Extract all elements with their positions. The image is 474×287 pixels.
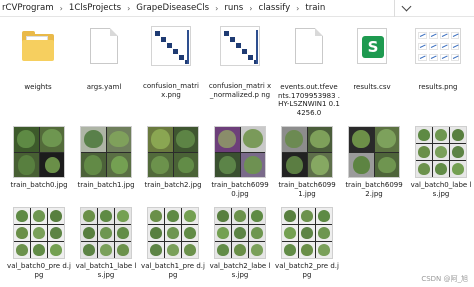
file-name: train_batch6099 1.jpg [278, 181, 336, 198]
file-item-weights[interactable]: weights [6, 28, 70, 92]
image-thumbnail-icon [220, 26, 260, 66]
file-item-val-batch2-pred[interactable]: val_batch2_pre d.jpg [275, 207, 339, 279]
file-list: weights args.yaml confusion_matri x.png … [0, 18, 474, 287]
image-thumbnail [214, 126, 266, 178]
image-thumbnail [80, 207, 132, 259]
breadcrumb-item[interactable]: GrapeDiseaseCls [134, 0, 211, 17]
file-name: weights [24, 83, 52, 91]
file-item-val-batch2-labels[interactable]: val_batch2_labe ls.jpg [208, 207, 272, 279]
file-item-confusion-matrix[interactable]: confusion_matri x.png [139, 26, 203, 99]
address-bar[interactable]: rCVProgram › 1ClsProjects › GrapeDisease… [0, 0, 474, 17]
file-name: args.yaml [86, 83, 122, 91]
address-dropdown-button[interactable] [394, 0, 474, 17]
file-icon [295, 28, 323, 64]
breadcrumb-item[interactable]: train [303, 0, 327, 17]
image-thumbnail [348, 126, 400, 178]
file-item-events[interactable]: events.out.tfeve nts.1709953983 .HY-LSZN… [277, 28, 341, 117]
image-thumbnail-icon [415, 28, 461, 64]
file-item-train-batch2[interactable]: train_batch2.jpg [141, 126, 205, 190]
image-thumbnail [281, 207, 333, 259]
file-item-train-batch60991[interactable]: train_batch6099 1.jpg [275, 126, 339, 198]
image-thumbnail-icon [151, 26, 191, 66]
file-item-val-batch1-pred[interactable]: val_batch1_pre d.jpg [141, 207, 205, 279]
file-item-results-png[interactable]: results.png [406, 28, 470, 92]
file-name: train_batch1.jpg [77, 181, 135, 189]
file-name: results.csv [353, 83, 391, 91]
image-thumbnail [147, 207, 199, 259]
breadcrumb-item[interactable]: 1ClsProjects [67, 0, 123, 17]
file-item-train-batch1[interactable]: train_batch1.jpg [74, 126, 138, 190]
breadcrumb-separator-icon: › [59, 3, 63, 13]
file-item-train-batch60992[interactable]: train_batch6099 2.jpg [342, 126, 406, 198]
file-item-val-batch0-pred[interactable]: val_batch0_pre d.jpg [7, 207, 71, 279]
watermark: CSDN @阿_旭 [421, 275, 468, 283]
file-name: train_batch0.jpg [10, 181, 68, 189]
file-name: train_batch6099 2.jpg [345, 181, 403, 198]
image-thumbnail [415, 126, 467, 178]
file-name: train_batch2.jpg [144, 181, 202, 189]
file-name: confusion_matri x_normalized.p ng [208, 82, 272, 99]
file-name: val_batch0_labe ls.jpg [410, 181, 472, 198]
file-name: val_batch1_labe ls.jpg [75, 262, 137, 279]
file-item-confusion-matrix-normalized[interactable]: confusion_matri x_normalized.p ng [208, 26, 272, 99]
file-name: val_batch1_pre d.jpg [141, 262, 205, 279]
file-name: results.png [418, 83, 458, 91]
image-thumbnail [80, 126, 132, 178]
file-name: train_batch6099 0.jpg [211, 181, 269, 198]
file-item-train-batch60990[interactable]: train_batch6099 0.jpg [208, 126, 272, 198]
image-thumbnail [13, 126, 65, 178]
file-name: val_batch2_labe ls.jpg [209, 262, 271, 279]
breadcrumb-item[interactable]: runs [222, 0, 245, 17]
file-item-train-batch0[interactable]: train_batch0.jpg [7, 126, 71, 190]
file-item-args-yaml[interactable]: args.yaml [72, 28, 136, 92]
breadcrumb: rCVProgram › 1ClsProjects › GrapeDisease… [0, 0, 394, 17]
image-thumbnail [13, 207, 65, 259]
breadcrumb-separator-icon: › [249, 3, 253, 13]
breadcrumb-separator-icon: › [296, 3, 300, 13]
file-name: events.out.tfeve nts.1709953983 .HY-LSZN… [277, 83, 341, 117]
image-thumbnail [281, 126, 333, 178]
breadcrumb-item[interactable]: classify [256, 0, 292, 17]
breadcrumb-separator-icon: › [127, 3, 131, 13]
file-name: confusion_matri x.png [143, 82, 199, 99]
file-name: val_batch2_pre d.jpg [275, 262, 339, 279]
file-item-results-csv[interactable]: S results.csv [340, 28, 404, 92]
breadcrumb-item[interactable]: rCVProgram [0, 0, 56, 17]
file-item-val-batch1-labels[interactable]: val_batch1_labe ls.jpg [74, 207, 138, 279]
file-name: val_batch0_pre d.jpg [7, 262, 71, 279]
spreadsheet-icon: S [357, 28, 387, 64]
file-item-val-batch0-labels[interactable]: val_batch0_labe ls.jpg [409, 126, 473, 198]
folder-icon [20, 28, 56, 64]
image-thumbnail [214, 207, 266, 259]
file-icon [90, 28, 118, 64]
chevron-down-icon [401, 1, 412, 12]
breadcrumb-separator-icon: › [215, 3, 219, 13]
image-thumbnail [147, 126, 199, 178]
